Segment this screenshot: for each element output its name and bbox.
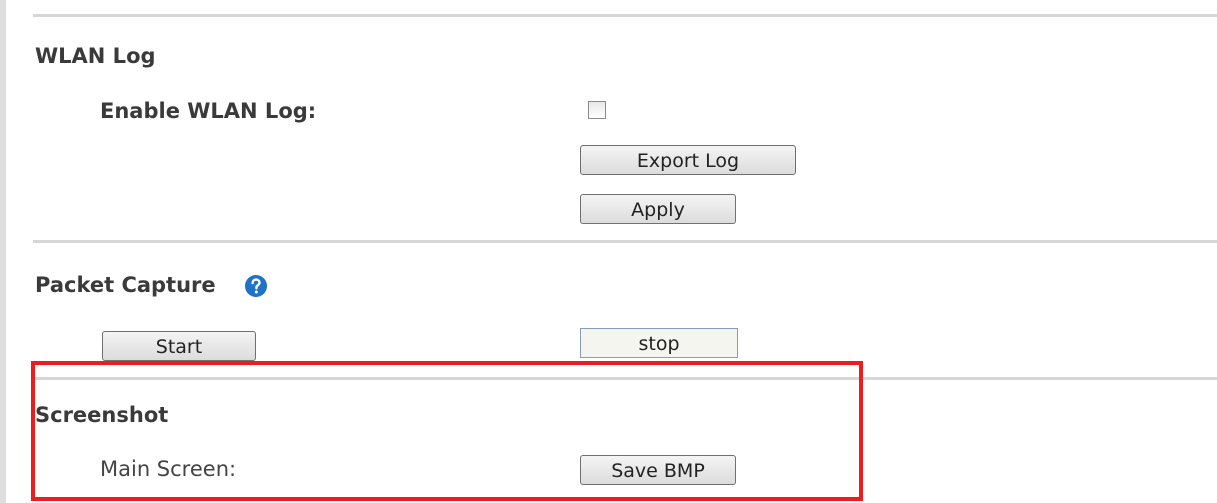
section-divider-wlan (33, 240, 1217, 243)
save-bmp-button[interactable]: Save BMP (580, 455, 736, 485)
enable-wlan-log-label: Enable WLAN Log: (100, 99, 317, 123)
stop-capture-button[interactable]: stop (580, 328, 738, 358)
enable-wlan-log-checkbox[interactable] (588, 101, 606, 119)
question-circle-icon[interactable] (244, 274, 268, 298)
packet-capture-title: Packet Capture (35, 273, 216, 297)
export-log-button[interactable]: Export Log (580, 145, 796, 175)
screenshot-title: Screenshot (35, 403, 169, 427)
settings-page: WLAN Log Enable WLAN Log: Export Log App… (0, 0, 1217, 503)
section-divider-capture (33, 377, 1217, 380)
apply-button[interactable]: Apply (580, 194, 736, 224)
wlan-log-title: WLAN Log (35, 44, 156, 68)
start-capture-button[interactable]: Start (102, 331, 256, 361)
left-divider (0, 0, 6, 503)
main-screen-label: Main Screen: (100, 457, 237, 481)
section-divider-top (33, 14, 1217, 17)
